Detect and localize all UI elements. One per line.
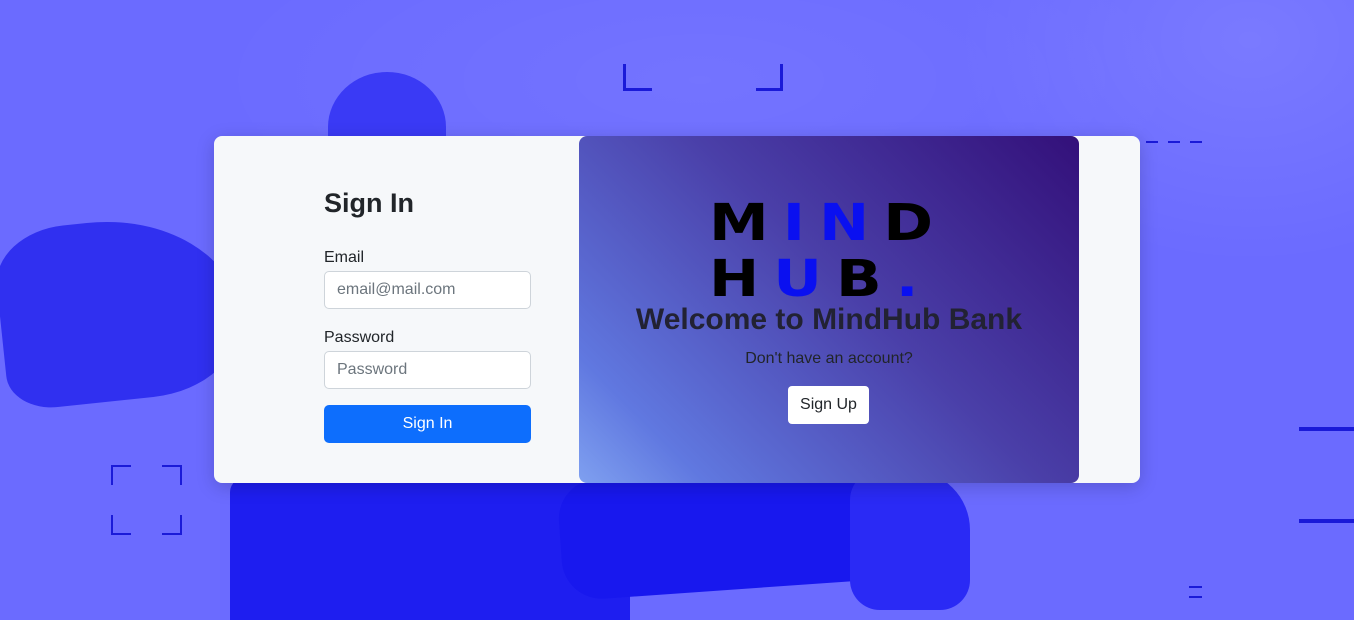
- decor-line: [1189, 586, 1202, 588]
- decor-dash: [1146, 141, 1158, 143]
- auth-card: Sign In Email Password Sign In M I N D H…: [214, 136, 1140, 483]
- password-label: Password: [324, 329, 395, 346]
- welcome-title: Welcome to MindHub Bank: [635, 303, 1023, 336]
- person-arm-shape: [0, 207, 249, 413]
- mindhub-logo: M I N D H U B .: [709, 193, 949, 305]
- person-shoe-shape: [850, 470, 970, 610]
- logo-letter: N: [819, 193, 884, 253]
- welcome-panel: M I N D H U B . Welcome to MindHub Bank …: [579, 136, 1079, 483]
- decor-bracket: [756, 64, 783, 91]
- logo-letter: B: [835, 249, 896, 309]
- signin-form: Sign In Email Password Sign In: [324, 184, 531, 443]
- logo-letter: H: [709, 249, 774, 309]
- password-input[interactable]: [324, 351, 531, 389]
- decor-bracket: [623, 64, 652, 91]
- decor-dash: [1168, 141, 1180, 143]
- decor-bracket: [162, 465, 182, 485]
- logo-letter: U: [773, 249, 836, 309]
- signup-button[interactable]: Sign Up: [788, 386, 869, 424]
- email-label: Email: [324, 249, 365, 266]
- decor-line: [1299, 519, 1354, 523]
- decor-line: [1189, 596, 1202, 598]
- logo-row-2: H U B .: [709, 249, 949, 309]
- logo-letter: .: [895, 249, 933, 309]
- logo-row-1: M I N D: [709, 193, 949, 253]
- email-input[interactable]: [324, 271, 531, 309]
- logo-letter: D: [883, 193, 948, 253]
- logo-letter: M: [709, 193, 783, 253]
- decor-dash: [1190, 141, 1202, 143]
- decor-line: [1299, 427, 1354, 431]
- no-account-text: Don't have an account?: [745, 350, 913, 367]
- logo-letter: I: [782, 193, 820, 253]
- decor-bracket: [111, 465, 131, 485]
- decor-bracket: [162, 515, 182, 535]
- signin-title: Sign In: [324, 188, 414, 218]
- signin-button[interactable]: Sign In: [324, 405, 531, 443]
- decor-bracket: [111, 515, 131, 535]
